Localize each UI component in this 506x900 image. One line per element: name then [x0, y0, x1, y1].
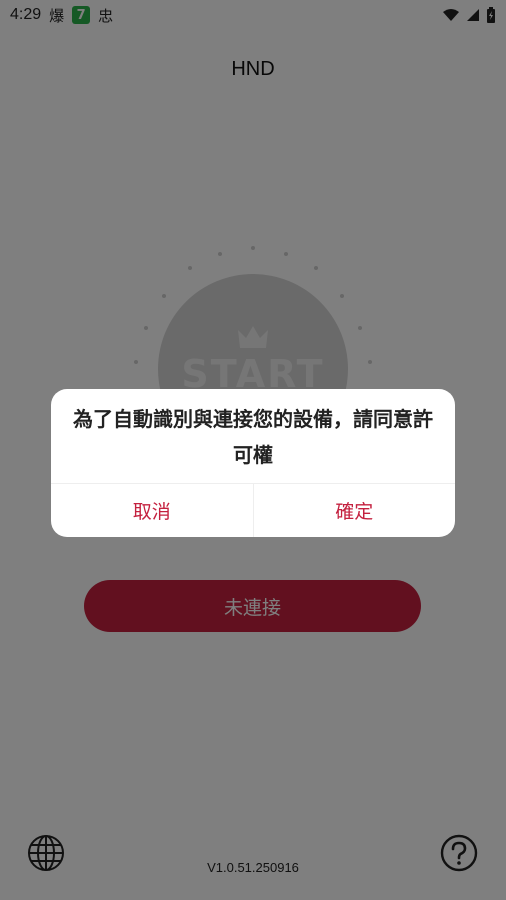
permission-dialog: 為了自動識別與連接您的設備，請同意許可權 取消 確定 [51, 389, 455, 537]
cancel-button[interactable]: 取消 [51, 484, 253, 537]
confirm-button[interactable]: 確定 [254, 484, 456, 537]
dialog-message: 為了自動識別與連接您的設備，請同意許可權 [73, 407, 433, 467]
dialog-actions: 取消 確定 [51, 483, 455, 537]
